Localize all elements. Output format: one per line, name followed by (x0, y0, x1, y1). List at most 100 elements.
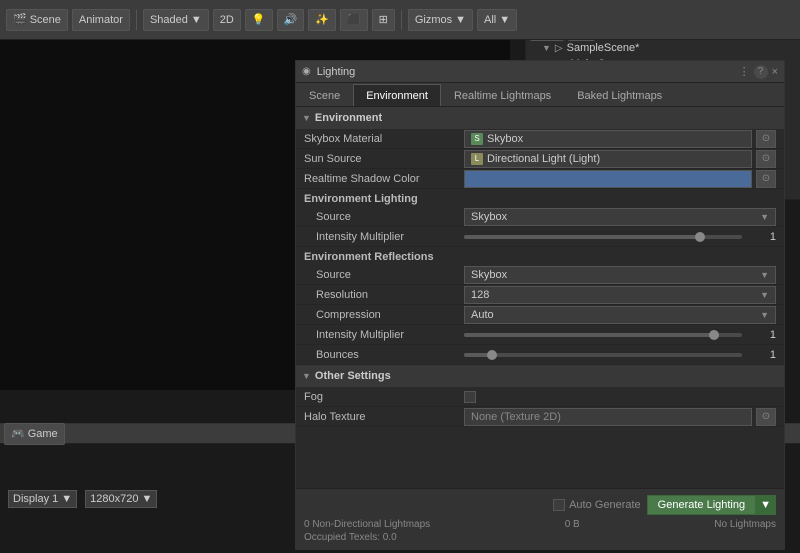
display-dropdown[interactable]: Display 1 ▼ (8, 490, 77, 508)
animator-tab[interactable]: Animator (72, 9, 130, 31)
hierarchy-scene-item[interactable]: ▼ ▷ SampleScene* (526, 40, 800, 56)
panel-header-left: ◉ Lighting (302, 66, 355, 78)
scene-icon: 🎬 (13, 13, 27, 26)
all-dropdown[interactable]: All ▼ (477, 9, 517, 31)
env-reflections-source-dropdown[interactable]: Skybox ▼ (464, 266, 776, 284)
env-reflections-source-label: Source (304, 269, 464, 281)
skybox-material-row: Skybox Material S Skybox ⊙ (296, 129, 784, 149)
compression-dropdown-arrow: ▼ (760, 310, 769, 320)
halo-texture-field[interactable]: None (Texture 2D) (464, 408, 752, 426)
layer-icon-btn[interactable]: ⬛ (340, 9, 368, 31)
env-lighting-source-value: Skybox ▼ (464, 208, 776, 226)
gizmos-dropdown[interactable]: Gizmos ▼ (408, 9, 473, 31)
panel-header-icons: ⋮ ? × (739, 65, 778, 79)
top-toolbar: 🎬 Scene Animator Shaded ▼ 2D 💡 🔊 ✨ ⬛ ⊞ G… (0, 0, 800, 40)
shadow-color-value: ⊙ (464, 170, 776, 188)
help-icon[interactable]: ? (754, 65, 768, 79)
shadow-color-picker-btn[interactable]: ⊙ (756, 170, 776, 188)
skybox-material-picker-btn[interactable]: ⊙ (756, 130, 776, 148)
env-reflections-bounces-number: 1 (746, 349, 776, 361)
env-reflections-bounces-container: 1 (464, 349, 776, 361)
shaded-dropdown[interactable]: Shaded ▼ (143, 9, 209, 31)
generate-lighting-btn[interactable]: Generate Lighting (647, 495, 756, 515)
separator-2 (401, 10, 402, 30)
other-settings-section-header[interactable]: ▼ Other Settings (296, 365, 784, 387)
env-reflections-intensity-number: 1 (746, 329, 776, 341)
shadow-color-field[interactable] (464, 170, 752, 188)
close-icon[interactable]: × (772, 66, 778, 78)
auto-generate-checkbox[interactable] (553, 499, 565, 511)
halo-texture-label: Halo Texture (304, 411, 464, 423)
sun-source-row: Sun Source L Directional Light (Light) ⊙ (296, 149, 784, 169)
env-reflections-intensity-slider[interactable] (464, 333, 742, 337)
env-lighting-intensity-number: 1 (746, 231, 776, 243)
fx-icon-btn[interactable]: ✨ (308, 9, 336, 31)
shadow-color-row: Realtime Shadow Color ⊙ (296, 169, 784, 189)
env-reflections-bounces-slider[interactable] (464, 353, 742, 357)
env-lighting-source-dropdown[interactable]: Skybox ▼ (464, 208, 776, 226)
game-icon: 🎮 (11, 427, 25, 440)
dropdown-arrow: ▼ (191, 14, 202, 26)
env-reflections-resolution-row: Resolution 128 ▼ (296, 285, 784, 305)
resolution-dropdown-arrow: ▼ (760, 290, 769, 300)
sun-source-field[interactable]: L Directional Light (Light) (464, 150, 752, 168)
light-icon-btn[interactable]: 💡 (245, 9, 273, 31)
grid-icon-btn[interactable]: ⊞ (372, 9, 395, 31)
tab-scene[interactable]: Scene (296, 84, 353, 106)
scene-arrow: ▼ (542, 43, 551, 53)
env-reflections-slider-container: 1 (464, 329, 776, 341)
lightmaps-size: 0 B (565, 519, 580, 530)
env-lighting-slider[interactable] (464, 235, 742, 239)
dots-icon[interactable]: ⋮ (739, 65, 750, 78)
env-reflections-compression-row: Compression Auto ▼ (296, 305, 784, 325)
fog-checkbox[interactable] (464, 391, 476, 403)
no-lightmaps-label: No Lightmaps (714, 519, 776, 530)
stats-row: 0 Non-Directional Lightmaps 0 B No Light… (304, 519, 776, 530)
tab-environment[interactable]: Environment (353, 84, 441, 106)
env-lighting-slider-container: 1 (464, 231, 776, 243)
skybox-material-label: Skybox Material (304, 133, 464, 145)
generate-lighting-arrow-btn[interactable]: ▼ (756, 495, 776, 515)
auto-generate-row: Auto Generate Generate Lighting ▼ (304, 495, 776, 515)
tab-baked[interactable]: Baked Lightmaps (564, 84, 675, 106)
all-arrow: ▼ (499, 14, 510, 26)
env-reflections-source-value: Skybox ▼ (464, 266, 776, 284)
fog-row: Fog (296, 387, 784, 407)
env-reflections-resolution-label: Resolution (304, 289, 464, 301)
env-lighting-intensity-value: 1 (464, 231, 776, 243)
env-lighting-source-label: Source (304, 211, 464, 223)
other-settings-arrow: ▼ (302, 371, 311, 381)
panel-header: ◉ Lighting ⋮ ? × (296, 61, 784, 83)
panel-icon: ◉ (302, 66, 311, 77)
env-reflections-resolution-dropdown[interactable]: 128 ▼ (464, 286, 776, 304)
halo-texture-picker-btn[interactable]: ⊙ (756, 408, 776, 426)
skybox-material-field[interactable]: S Skybox (464, 130, 752, 148)
skybox-obj-icon: S (471, 133, 483, 145)
scene-tab[interactable]: 🎬 Scene (6, 9, 68, 31)
occupied-label: Occupied Texels: 0.0 (304, 532, 397, 543)
env-reflections-bounces-value: 1 (464, 349, 776, 361)
env-lighting-sublabel: Environment Lighting (296, 189, 784, 207)
env-reflections-intensity-label: Intensity Multiplier (304, 329, 464, 341)
env-reflections-compression-label: Compression (304, 309, 464, 321)
env-reflections-bounces-row: Bounces 1 (296, 345, 784, 365)
env-lighting-intensity-label: Intensity Multiplier (304, 231, 464, 243)
environment-section-header[interactable]: ▼ Environment (296, 107, 784, 129)
sun-source-picker-btn[interactable]: ⊙ (756, 150, 776, 168)
env-lighting-dropdown-arrow: ▼ (760, 212, 769, 222)
tab-realtime[interactable]: Realtime Lightmaps (441, 84, 564, 106)
audio-icon-btn[interactable]: 🔊 (277, 9, 305, 31)
other-settings-label: Other Settings (315, 370, 391, 382)
game-tab[interactable]: 🎮 Game (4, 423, 65, 445)
env-arrow: ▼ (302, 113, 311, 123)
halo-texture-row: Halo Texture None (Texture 2D) ⊙ (296, 407, 784, 427)
env-lighting-intensity-row: Intensity Multiplier 1 (296, 227, 784, 247)
env-reflections-compression-value: Auto ▼ (464, 306, 776, 324)
env-reflections-resolution-value: 128 ▼ (464, 286, 776, 304)
env-reflections-compression-dropdown[interactable]: Auto ▼ (464, 306, 776, 324)
lighting-panel: ◉ Lighting ⋮ ? × Scene Environment Realt… (295, 60, 785, 550)
mode-2d-btn[interactable]: 2D (213, 9, 241, 31)
resolution-dropdown[interactable]: 1280x720 ▼ (85, 490, 157, 508)
env-reflections-dropdown-arrow: ▼ (760, 270, 769, 280)
auto-generate-label: Auto Generate (553, 499, 641, 511)
